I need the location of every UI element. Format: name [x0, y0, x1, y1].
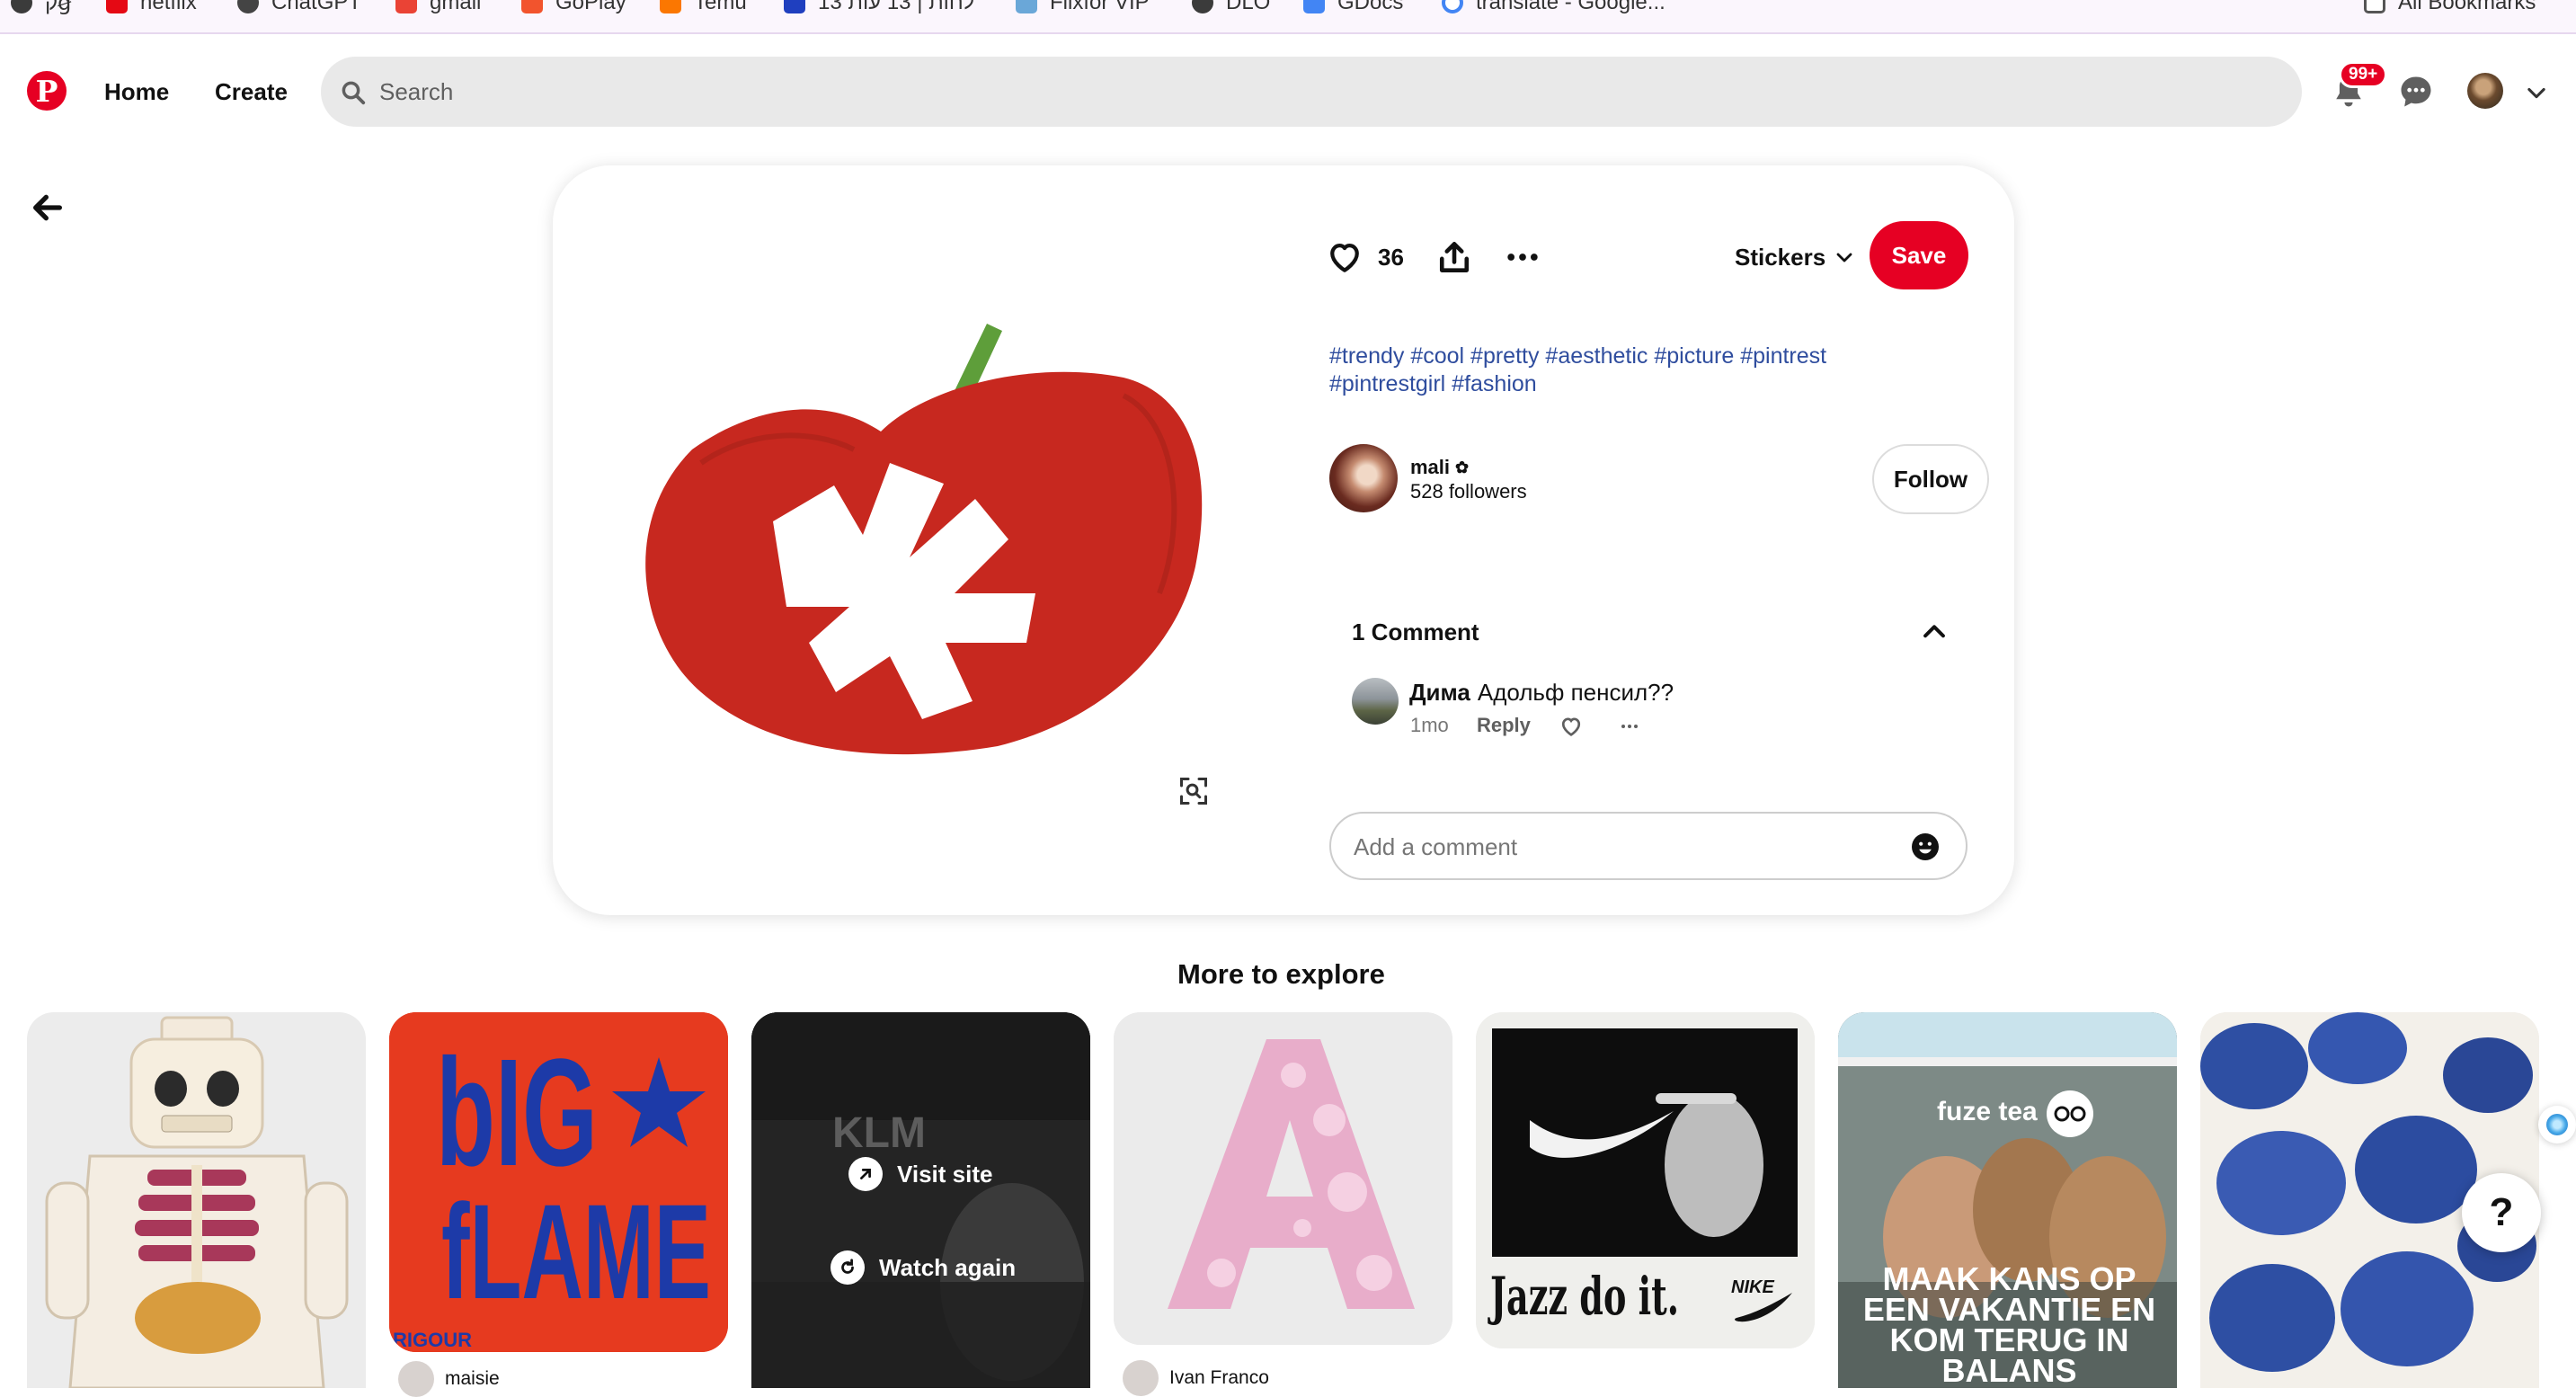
board-selector[interactable]: Stickers — [1735, 241, 1825, 273]
google-icon — [1442, 0, 1463, 13]
comment-more-icon[interactable] — [1618, 716, 1641, 737]
explore-pin-6[interactable]: fuze tea MAAK KANS OP EEN VAKANTIE EN KO… — [1838, 1012, 2177, 1388]
more-options-icon[interactable] — [1503, 237, 1542, 277]
bookmark-item[interactable]: netflix — [106, 0, 197, 16]
gdocs-icon — [1303, 0, 1325, 13]
search-icon — [342, 81, 366, 105]
poster-big-text: bIG — [436, 1028, 598, 1198]
watch-again-label: Watch again — [879, 1253, 1017, 1281]
news-icon — [784, 0, 805, 13]
pin-image: bIG fLAME RIGOUR — [389, 1012, 728, 1352]
pin-creator[interactable]: maisie — [398, 1361, 500, 1397]
explore-pin-5[interactable]: Jazz do it. NIKE — [1476, 1012, 1815, 1348]
profile-avatar[interactable] — [2467, 73, 2503, 109]
goplay-icon — [521, 0, 543, 13]
bookmarks-bar: קꞡ netflix ChatGPT gmail GoPlay Temu 13 … — [0, 0, 2576, 34]
explore-pin-1[interactable] — [27, 1012, 366, 1388]
reply-button[interactable]: Reply — [1477, 711, 1531, 740]
bookmark-item[interactable]: GDocs — [1303, 0, 1403, 16]
bookmark-item[interactable]: gmail — [395, 0, 481, 16]
chatgpt-icon — [237, 0, 259, 13]
creator-name-text: mali — [1410, 456, 1451, 478]
pin-image: fuze tea MAAK KANS OP EEN VAKANTIE EN KO… — [1838, 1012, 2177, 1388]
ad-headline: MAAK KANS OP EEN VAKANTIE EN KOM TERUG I… — [1862, 1264, 2156, 1388]
visit-site-label: Visit site — [897, 1160, 993, 1188]
flixfor-icon — [1016, 0, 1037, 13]
share-icon[interactable] — [1435, 237, 1474, 277]
comment-heart-icon[interactable] — [1559, 714, 1584, 739]
watch-again-button[interactable]: Watch again — [831, 1248, 1016, 1287]
poster-caption: Jazz do it. — [1488, 1266, 1679, 1327]
creator-name[interactable]: mali ✿ — [1410, 454, 1469, 481]
temu-icon — [660, 0, 681, 13]
netflix-icon — [106, 0, 128, 13]
search-input[interactable]: Search — [379, 76, 453, 108]
nike-text: NIKE — [1731, 1277, 1774, 1297]
comment-author[interactable]: Дима — [1409, 679, 1470, 707]
bookmark-item[interactable]: 13 לחות | 13 עות — [784, 0, 974, 16]
creator-avatar — [1123, 1360, 1159, 1396]
visual-search-icon[interactable] — [1177, 775, 1210, 807]
comment-body: Дима Адольф пенсил?? — [1409, 678, 1674, 707]
more-to-explore-title: More to explore — [1177, 958, 1385, 990]
folder-icon — [2364, 0, 2385, 13]
chevron-down-icon[interactable] — [2524, 80, 2549, 105]
comments-title: 1 Comment — [1352, 618, 1479, 645]
follow-button[interactable]: Follow — [1872, 444, 1989, 514]
search-bar[interactable] — [321, 57, 2302, 127]
nav-create[interactable]: Create — [215, 74, 288, 110]
external-link-icon — [848, 1157, 883, 1191]
heart-icon[interactable] — [1325, 237, 1364, 277]
emoji-icon[interactable] — [1909, 831, 1941, 863]
help-button[interactable]: ? — [2462, 1173, 2541, 1252]
nav-home[interactable]: Home — [104, 74, 169, 110]
commenter-avatar[interactable] — [1352, 678, 1399, 725]
comment-time: 1mo — [1410, 714, 1449, 736]
verified-badge-icon: ✿ — [1455, 458, 1470, 476]
pin-image[interactable] — [620, 297, 1213, 773]
visit-site-button[interactable]: Visit site — [848, 1154, 992, 1194]
creator-name: maisie — [445, 1368, 500, 1389]
explore-pin-4[interactable] — [1114, 1012, 1452, 1345]
pin-video: KLM — [751, 1012, 1090, 1388]
chevron-up-icon[interactable] — [1918, 617, 1950, 647]
creator-name: Ivan Franco — [1169, 1367, 1269, 1388]
bookmark-item[interactable]: קꞡ — [11, 0, 71, 16]
creator-avatar[interactable] — [1329, 444, 1398, 512]
creator-avatar — [398, 1361, 434, 1397]
all-bookmarks[interactable]: All Bookmarks — [2364, 0, 2536, 16]
creator-followers: 528 followers — [1410, 480, 1527, 503]
bookmark-item[interactable]: translate - Google... — [1442, 0, 1666, 16]
poster-corner-text: RIGOUR — [393, 1329, 472, 1351]
back-arrow-icon[interactable] — [27, 190, 68, 226]
pin-hashtags[interactable]: #trendy #cool #pretty #aesthetic #pictur… — [1329, 343, 1941, 398]
messages-icon[interactable] — [2396, 72, 2436, 111]
globe-icon — [11, 0, 32, 13]
bookmark-item[interactable]: DLO — [1192, 0, 1270, 16]
pin-image — [1114, 1012, 1452, 1345]
explore-pin-2[interactable]: bIG fLAME RIGOUR — [389, 1012, 728, 1352]
gmail-icon — [395, 0, 417, 13]
add-comment-input[interactable] — [1354, 829, 1884, 865]
notification-badge: 99+ — [2339, 61, 2388, 88]
comment-text: Адольф пенсил?? — [1477, 678, 1674, 706]
fuze-logo-text: fuze tea — [1937, 1097, 2038, 1126]
chevron-down-icon[interactable] — [1834, 246, 1855, 268]
poster-flame-text: fLAME — [441, 1176, 711, 1327]
pinterest-logo-icon: P — [35, 73, 58, 109]
globe-icon — [1192, 0, 1213, 13]
explore-pin-3[interactable]: KLM Visit site Watch again — [751, 1012, 1090, 1388]
pin-image: Jazz do it. NIKE — [1476, 1012, 1815, 1348]
bookmark-item[interactable]: GoPlay — [521, 0, 626, 16]
bookmark-item[interactable]: ChatGPT — [237, 0, 361, 16]
bookmark-item[interactable]: Flixfor VIP — [1016, 0, 1150, 16]
like-count: 36 — [1378, 243, 1404, 271]
save-button[interactable]: Save — [1870, 221, 1968, 289]
extension-icon[interactable] — [2538, 1106, 2576, 1143]
replay-icon — [831, 1250, 865, 1285]
bookmark-item[interactable]: Temu — [660, 0, 747, 16]
klm-logo-text: KLM — [832, 1109, 926, 1157]
pin-image — [45, 1016, 349, 1388]
